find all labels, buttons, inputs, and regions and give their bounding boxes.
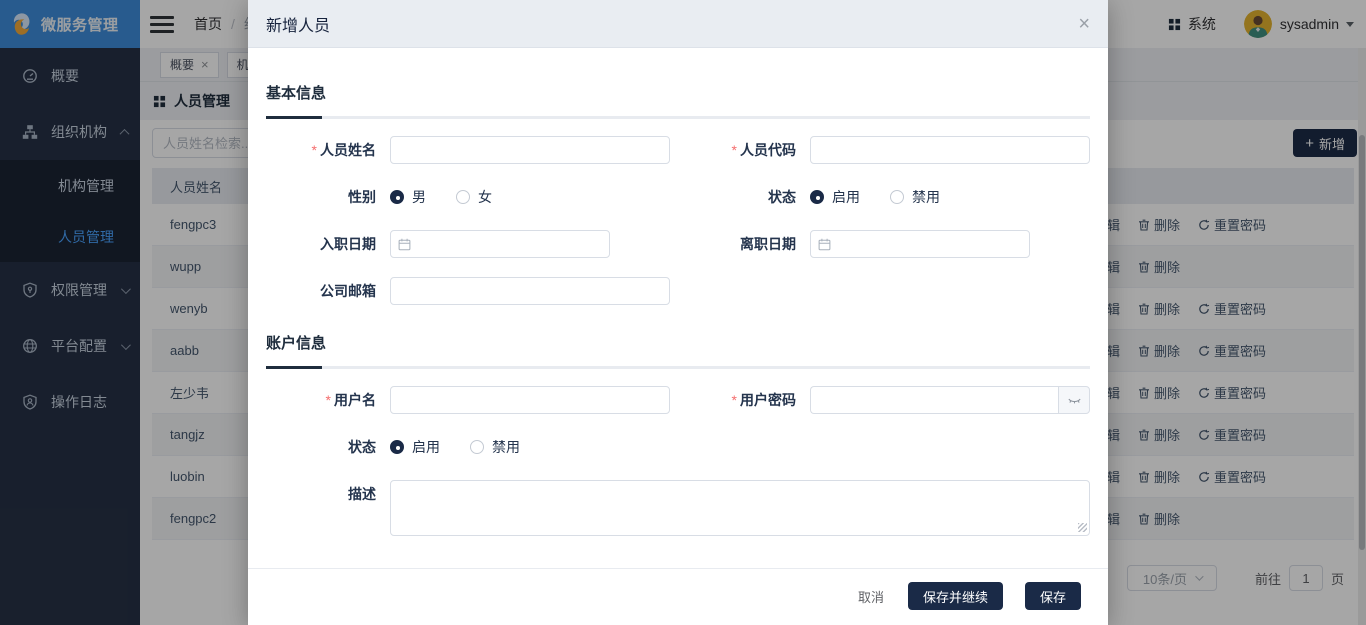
- description-textarea[interactable]: [390, 480, 1090, 536]
- field-leave-date: 离职日期: [686, 230, 1090, 258]
- field-gender: 性别 男 女: [266, 183, 670, 211]
- company-email-input[interactable]: [390, 277, 670, 305]
- field-company-email: 公司邮箱: [266, 277, 670, 305]
- status-disabled-radio[interactable]: 禁用: [890, 187, 940, 207]
- modal-header: 新增人员 ×: [248, 0, 1108, 48]
- radio-label: 男: [412, 187, 426, 207]
- radio-dot-icon: [456, 190, 470, 204]
- radio-dot-icon: [390, 440, 404, 454]
- field-label: 状态: [768, 189, 796, 205]
- person-code-input[interactable]: [810, 136, 1090, 164]
- field-status: 状态 启用 禁用: [686, 183, 1090, 211]
- password-input[interactable]: [810, 386, 1058, 414]
- radio-label: 女: [478, 187, 492, 207]
- gender-male-radio[interactable]: 男: [390, 187, 426, 207]
- calendar-icon: [398, 238, 411, 251]
- save-and-continue-button[interactable]: 保存并继续: [908, 582, 1003, 610]
- modal-footer: 取消 保存并继续 保存: [248, 568, 1108, 625]
- hire-date-input[interactable]: [390, 230, 610, 258]
- radio-dot-icon: [470, 440, 484, 454]
- field-label: 离职日期: [740, 236, 796, 252]
- screen: 微服务管理 概要 组织机构 机构管理 人员管理 权: [0, 0, 1366, 625]
- field-label: 用户名: [334, 392, 376, 408]
- required-asterisk: *: [326, 392, 331, 408]
- field-description: 描述: [266, 480, 1090, 536]
- radio-dot-icon: [890, 190, 904, 204]
- section-title-basic: 基本信息: [266, 82, 1090, 103]
- person-name-input[interactable]: [390, 136, 670, 164]
- field-label: 状态: [348, 439, 376, 455]
- modal-body: 基本信息 *人员姓名 *人员代码 性别: [248, 48, 1108, 568]
- calendar-icon: [818, 238, 831, 251]
- field-password: *用户密码: [686, 386, 1090, 414]
- required-asterisk: *: [312, 142, 317, 158]
- field-label: 人员姓名: [320, 142, 376, 158]
- field-label: 入职日期: [320, 236, 376, 252]
- status-enabled-radio[interactable]: 启用: [810, 187, 860, 207]
- account-info-form: *用户名 *用户密码 状态 启用: [266, 386, 1090, 536]
- field-person-code: *人员代码: [686, 136, 1090, 164]
- field-label: 人员代码: [740, 142, 796, 158]
- radio-label: 启用: [832, 187, 860, 207]
- field-label: 性别: [348, 189, 376, 205]
- section-divider: [266, 116, 1090, 119]
- basic-info-form: *人员姓名 *人员代码 性别 男 女: [266, 136, 1090, 305]
- radio-label: 禁用: [912, 187, 940, 207]
- leave-date-input[interactable]: [810, 230, 1030, 258]
- required-asterisk: *: [732, 142, 737, 158]
- section-divider: [266, 366, 1090, 369]
- account-status-disabled-radio[interactable]: 禁用: [470, 437, 520, 457]
- field-account-status: 状态 启用 禁用: [266, 433, 670, 461]
- password-visibility-toggle[interactable]: [1058, 386, 1090, 414]
- modal-title: 新增人员: [266, 12, 330, 36]
- field-username: *用户名: [266, 386, 670, 414]
- gender-female-radio[interactable]: 女: [456, 187, 492, 207]
- username-input[interactable]: [390, 386, 670, 414]
- eye-closed-icon: [1067, 393, 1082, 408]
- save-button[interactable]: 保存: [1025, 582, 1081, 610]
- radio-label: 启用: [412, 437, 440, 457]
- section-title-account: 账户信息: [266, 332, 1090, 353]
- field-person-name: *人员姓名: [266, 136, 670, 164]
- required-asterisk: *: [732, 392, 737, 408]
- radio-dot-icon: [390, 190, 404, 204]
- account-status-enabled-radio[interactable]: 启用: [390, 437, 440, 457]
- field-hire-date: 入职日期: [266, 230, 670, 258]
- radio-dot-icon: [810, 190, 824, 204]
- field-label: 描述: [348, 486, 376, 502]
- field-label: 用户密码: [740, 392, 796, 408]
- close-icon[interactable]: ×: [1078, 14, 1090, 34]
- radio-label: 禁用: [492, 437, 520, 457]
- add-person-modal: 新增人员 × 基本信息 *人员姓名 *人员代码: [248, 0, 1108, 625]
- field-label: 公司邮箱: [320, 283, 376, 299]
- cancel-button[interactable]: 取消: [848, 582, 894, 610]
